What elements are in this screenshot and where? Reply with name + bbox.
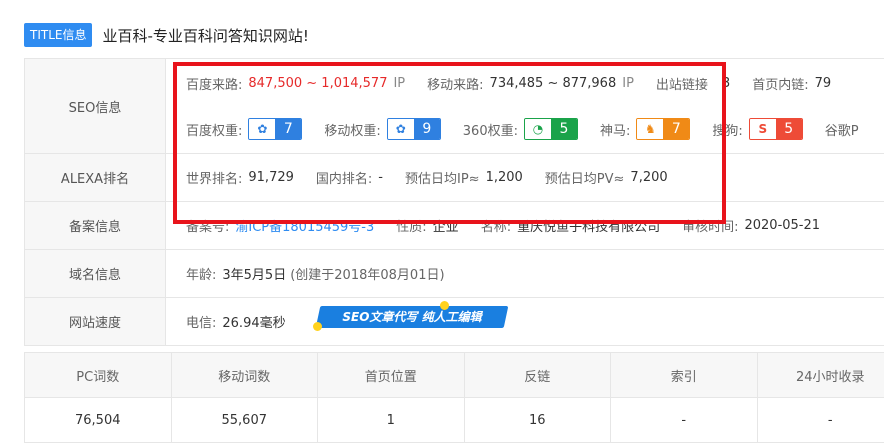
stats-header-24h-indexed: 24小时收录 (757, 353, 884, 398)
beian-nature-value: 企业 (433, 216, 459, 235)
so360-weight-badge[interactable]: ◔5 (524, 118, 578, 140)
stats-home-position: 1 (318, 398, 465, 443)
alexa-label: ALEXA排名 (25, 154, 166, 202)
world-rank-value: 91,729 (248, 170, 294, 185)
sogou-icon: S (750, 119, 776, 139)
seo-weight-line: 百度权重: ✿7 移动权重: ✿9 360权重: ◔5 神马: ♞7 搜狗: S… (186, 106, 884, 152)
mobile-weight-label: 移动权重: (324, 120, 380, 139)
beian-content: 备案号: 渝ICP备18015459号-3 性质: 企业 名称: 重庆悦鱼子科技… (166, 202, 884, 250)
so360-weight-value: 5 (551, 119, 577, 139)
page-title: 业百科-专业百科问答知识网站! (102, 25, 308, 46)
homepage-links-label: 首页内链: (752, 74, 808, 93)
stats-header-backlinks: 反链 (464, 353, 611, 398)
domain-age-value: 3年5月5日 (222, 264, 286, 283)
baidu-weight-label: 百度权重: (186, 120, 242, 139)
seo-writing-ad-banner[interactable]: SEO文章代写 纯人工编辑 (318, 306, 506, 328)
so360-icon: ◔ (525, 119, 551, 139)
mobile-paw-icon: ✿ (388, 119, 414, 139)
telecom-label: 电信: (186, 312, 216, 331)
beian-number-link[interactable]: 渝ICP备18015459号-3 (235, 216, 374, 235)
beian-name-value: 重庆悦鱼子科技有限公司 (517, 216, 660, 235)
stats-value-row: 76,504 55,607 1 16 - - (25, 398, 884, 443)
audit-time-label: 审核时间: (682, 216, 738, 235)
domain-line: 年龄: 3年5月5日 (创建于2018年08月01日) (186, 251, 884, 297)
so360-weight-label: 360权重: (463, 120, 518, 139)
baidu-weight-value: 7 (275, 119, 301, 139)
daily-pv-value: 7,200 (630, 170, 667, 185)
speed-label: 网站速度 (25, 298, 166, 346)
banner-dot-decoration (313, 322, 322, 331)
banner-text: SEO文章代写 纯人工编辑 (318, 306, 506, 328)
stats-mobile-words: 55,607 (171, 398, 318, 443)
baidu-weight-badge[interactable]: ✿7 (248, 118, 302, 140)
stats-header-index: 索引 (611, 353, 758, 398)
outlinks-label[interactable]: 出站链接 (656, 74, 708, 93)
site-info-table: SEO信息 百度来路: 847,500 ~ 1,014,577 IP 移动来路: … (24, 58, 884, 346)
stats-index: - (611, 398, 758, 443)
beian-nature-label: 性质: (396, 216, 426, 235)
domain-created-note: (创建于2018年08月01日) (290, 264, 444, 283)
seo-traffic-line: 百度来路: 847,500 ~ 1,014,577 IP 移动来路: 734,48… (186, 60, 884, 106)
stats-24h-indexed: - (757, 398, 884, 443)
mobile-traffic-range: 734,485 ~ 877,968 (490, 76, 617, 91)
domain-label: 域名信息 (25, 250, 166, 298)
mobile-weight-badge[interactable]: ✿9 (387, 118, 441, 140)
stats-backlinks: 16 (464, 398, 611, 443)
shenma-weight-value: 7 (663, 119, 689, 139)
stats-header-pc-words: PC词数 (25, 353, 172, 398)
homepage-links-value: 79 (815, 76, 832, 91)
banner-dot-decoration (440, 301, 449, 310)
mobile-traffic-value: 734,485 ~ 877,968 IP (490, 76, 634, 91)
domestic-rank-label: 国内排名: (316, 168, 372, 187)
speed-line: 电信: 26.94毫秒 (186, 299, 884, 345)
mobile-weight-value: 9 (414, 119, 440, 139)
daily-ip-value: 1,200 (486, 170, 523, 185)
sogou-weight-value: 5 (776, 119, 802, 139)
baidu-traffic-label: 百度来路: (186, 74, 242, 93)
alexa-line: 世界排名: 91,729 国内排名: - 预估日均IP≈ 1,200 预估日均P… (186, 155, 884, 201)
baidu-paw-icon: ✿ (249, 119, 275, 139)
domain-age-label: 年龄: (186, 264, 216, 283)
shenma-weight-badge[interactable]: ♞7 (636, 118, 690, 140)
alexa-row: ALEXA排名 世界排名: 91,729 国内排名: - 预估日均IP≈ 1,2… (25, 154, 884, 202)
title-badge: TITLE信息 (24, 23, 92, 47)
page: TITLE信息 业百科-专业百科问答知识网站! SEO信息 百度来路: 847,… (0, 0, 884, 441)
telecom-value: 26.94毫秒 (222, 312, 285, 331)
beian-row: 备案信息 备案号: 渝ICP备18015459号-3 性质: 企业 名称: 重庆… (25, 202, 884, 250)
google-pr-label: 谷歌P (825, 120, 859, 139)
stats-header-home-position: 首页位置 (318, 353, 465, 398)
stats-header-mobile-words: 移动词数 (171, 353, 318, 398)
seo-row: SEO信息 百度来路: 847,500 ~ 1,014,577 IP 移动来路: … (25, 59, 884, 154)
seo-content: 百度来路: 847,500 ~ 1,014,577 IP 移动来路: 734,48… (166, 59, 884, 154)
sogou-label: 搜狗: (712, 120, 742, 139)
baidu-traffic-value: 847,500 ~ 1,014,577 IP (248, 76, 405, 91)
beian-name-label: 名称: (481, 216, 511, 235)
beian-label: 备案信息 (25, 202, 166, 250)
domain-content: 年龄: 3年5月5日 (创建于2018年08月01日) (166, 250, 884, 298)
domain-row: 域名信息 年龄: 3年5月5日 (创建于2018年08月01日) (25, 250, 884, 298)
domestic-rank-value: - (378, 170, 383, 185)
title-row: TITLE信息 业百科-专业百科问答知识网站! (24, 22, 309, 48)
outlinks-value: 3 (722, 76, 730, 91)
audit-time-value: 2020-05-21 (744, 218, 820, 233)
baidu-traffic-range: 847,500 ~ 1,014,577 (248, 76, 387, 91)
baidu-traffic-unit: IP (393, 76, 405, 91)
shenma-label: 神马: (600, 120, 630, 139)
speed-content: 电信: 26.94毫秒 (166, 298, 884, 346)
beian-line: 备案号: 渝ICP备18015459号-3 性质: 企业 名称: 重庆悦鱼子科技… (186, 203, 884, 249)
daily-ip-label: 预估日均IP≈ (405, 168, 480, 187)
mobile-traffic-label: 移动来路: (427, 74, 483, 93)
mobile-traffic-unit: IP (622, 76, 634, 91)
stats-pc-words: 76,504 (25, 398, 172, 443)
seo-label: SEO信息 (25, 59, 166, 154)
beian-number-label: 备案号: (186, 216, 229, 235)
keyword-stats-table: PC词数 移动词数 首页位置 反链 索引 24小时收录 76,504 55,60… (24, 352, 884, 443)
stats-header-row: PC词数 移动词数 首页位置 反链 索引 24小时收录 (25, 353, 884, 398)
shenma-horse-icon: ♞ (637, 119, 663, 139)
daily-pv-label: 预估日均PV≈ (545, 168, 625, 187)
world-rank-label: 世界排名: (186, 168, 242, 187)
sogou-weight-badge[interactable]: S5 (749, 118, 803, 140)
alexa-content: 世界排名: 91,729 国内排名: - 预估日均IP≈ 1,200 预估日均P… (166, 154, 884, 202)
